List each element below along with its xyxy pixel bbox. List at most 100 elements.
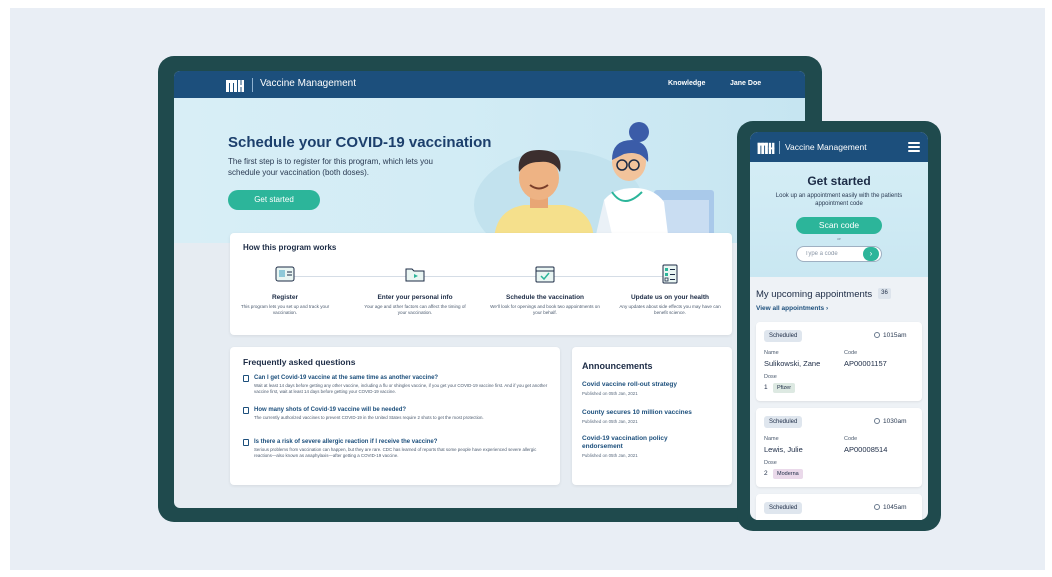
app-title: Vaccine Management	[260, 78, 356, 89]
code-label: Code	[844, 436, 858, 442]
announcement-item: Covid vaccine roll-out strategy Publishe…	[582, 381, 727, 396]
step-desc: This program lets you set up and track y…	[240, 304, 330, 315]
time-text: 1015am	[883, 332, 907, 339]
faq-answer: The currently authorized vaccines to pre…	[254, 415, 484, 420]
tablet-screen: Vaccine Management Knowledge Jane Doe Sc…	[174, 71, 805, 508]
announcement-date: Published on 05th Jan, 2021	[582, 453, 638, 458]
status-badge: Scheduled	[764, 416, 803, 428]
announcement-item: County secures 10 million vaccines Publi…	[582, 409, 727, 424]
how-title: How this program works	[243, 243, 337, 252]
vaccine-tag: Pfizer	[773, 383, 796, 393]
announcements-title: Announcements	[582, 361, 653, 371]
phone-device: Vaccine Management Get started Look up a…	[737, 121, 941, 531]
document-icon	[243, 375, 249, 382]
appointment-card[interactable]: Scheduled 1030am Name Code Lewis, Julie …	[756, 408, 922, 487]
appointment-time: 1045am	[874, 504, 907, 511]
faq-question-text[interactable]: Can I get Covid-19 vaccine at the same t…	[254, 375, 438, 381]
faq-question[interactable]: Is there a risk of severe allergic react…	[243, 439, 548, 446]
mh-logo-icon[interactable]	[226, 77, 244, 92]
patient-name: Sulikowski, Zane	[764, 359, 821, 368]
clock-icon	[874, 504, 880, 510]
calendar-check-icon	[535, 266, 555, 283]
announcements-card: Announcements Covid vaccine roll-out str…	[572, 347, 732, 485]
mh-logo-icon[interactable]	[757, 140, 775, 154]
announcement-link[interactable]: Covid-19 vaccination policy endorsement	[582, 435, 692, 451]
step-personal-info: Enter your personal info Your age and ot…	[360, 263, 470, 316]
view-all-label[interactable]: View all appointments	[756, 305, 824, 312]
code-label: Code	[844, 350, 858, 356]
step-schedule: Schedule the vaccination We'll look for …	[490, 263, 600, 316]
doctor-patient-illustration	[474, 122, 714, 243]
faq-question-text[interactable]: How many shots of Covid-19 vaccine will …	[254, 407, 406, 413]
time-text: 1045am	[883, 504, 907, 511]
step-title: Enter your personal info	[377, 294, 453, 301]
step-desc: Your age and other factors can affect th…	[364, 304, 466, 315]
announcement-date: Published on 05th Jan, 2021	[582, 391, 638, 396]
name-label: Name	[764, 350, 779, 356]
appointment-time: 1030am	[874, 418, 907, 425]
hero-banner: Schedule your COVID-19 vaccination The f…	[174, 98, 805, 243]
submit-code-button[interactable]: ›	[863, 247, 879, 261]
clock-icon	[874, 332, 880, 338]
appointment-card[interactable]: Scheduled 1015am Name Code Sulikowski, Z…	[756, 322, 922, 401]
top-nav: Vaccine Management Knowledge Jane Doe	[174, 71, 805, 98]
dose-number: 1	[764, 384, 768, 391]
status-badge: Scheduled	[764, 502, 803, 514]
faq-title: Frequently asked questions	[243, 357, 356, 367]
chevron-right-icon: ›	[825, 305, 829, 312]
appointment-code: AP00001157	[844, 359, 887, 368]
faq-question[interactable]: How many shots of Covid-19 vaccine will …	[243, 407, 548, 414]
mobile-hero: Get started Look up an appointment easil…	[750, 162, 928, 277]
get-started-button[interactable]: Get started	[228, 190, 320, 210]
step-register: Register This program lets you set up an…	[230, 263, 340, 316]
patient-name: Lewis, Julie	[764, 445, 803, 454]
hero-subtitle: The first step is to register for this p…	[228, 157, 433, 177]
faq-question-text[interactable]: Is there a risk of severe allergic react…	[254, 439, 437, 445]
nav-divider	[779, 141, 780, 154]
scan-code-button[interactable]: Scan code	[796, 217, 882, 234]
dose-label: Dose	[764, 374, 777, 380]
status-badge: Scheduled	[764, 330, 803, 342]
how-program-works-card: How this program works Register This pro…	[230, 233, 732, 335]
announcement-date: Published on 05th Jan, 2021	[582, 419, 638, 424]
id-card-icon	[275, 266, 295, 282]
nav-user-menu[interactable]: Jane Doe	[730, 80, 761, 87]
tablet-device: Vaccine Management Knowledge Jane Doe Sc…	[158, 56, 822, 522]
dose-number: 2	[764, 470, 768, 477]
document-icon	[243, 407, 249, 414]
nav-link-knowledge[interactable]: Knowledge	[668, 80, 705, 87]
faq-item[interactable]: How many shots of Covid-19 vaccine will …	[243, 407, 548, 421]
faq-item[interactable]: Is there a risk of severe allergic react…	[243, 439, 548, 459]
step-title: Update us on your health	[630, 294, 709, 301]
nav-divider	[252, 78, 253, 92]
step-title: Schedule the vaccination	[505, 294, 585, 301]
name-label: Name	[764, 436, 779, 442]
announcement-link[interactable]: Covid vaccine roll-out strategy	[582, 381, 727, 389]
appointment-card[interactable]: Scheduled 1045am	[756, 494, 922, 520]
step-desc: Any updates about side effects you may h…	[619, 304, 721, 315]
mobile-nav: Vaccine Management	[750, 132, 928, 162]
faq-item[interactable]: Can I get Covid-19 vaccine at the same t…	[243, 375, 548, 395]
faq-answer: Serious problems from vaccination can ha…	[254, 447, 537, 458]
appointment-code: AP00008514	[844, 445, 888, 454]
step-title: Register	[271, 294, 298, 301]
hero-title: Get started	[807, 174, 871, 188]
checklist-icon	[662, 264, 678, 284]
announcement-link[interactable]: County secures 10 million vaccines	[582, 409, 727, 417]
faq-question[interactable]: Can I get Covid-19 vaccine at the same t…	[243, 375, 548, 382]
appointments-count-badge: 36	[878, 288, 891, 299]
announcement-item: Covid-19 vaccination policy endorsement …	[582, 435, 727, 458]
app-title: Vaccine Management	[785, 142, 867, 152]
hero-title: Schedule your COVID-19 vaccination	[228, 134, 492, 151]
step-health-update: Update us on your health Any updates abo…	[615, 263, 725, 316]
faq-answer: Wait at least 14 days before getting any…	[254, 383, 548, 394]
document-icon	[243, 439, 249, 446]
hamburger-menu-icon[interactable]	[908, 142, 920, 152]
clock-icon	[874, 418, 880, 424]
upcoming-title: My upcoming appointments	[756, 289, 873, 300]
hero-subtitle: Look up an appointment easily with the p…	[775, 193, 903, 207]
view-all-appointments-link[interactable]: View all appointments ›	[756, 305, 828, 312]
vaccine-tag: Moderna	[773, 469, 803, 479]
time-text: 1030am	[883, 418, 907, 425]
phone-screen: Vaccine Management Get started Look up a…	[750, 132, 928, 520]
